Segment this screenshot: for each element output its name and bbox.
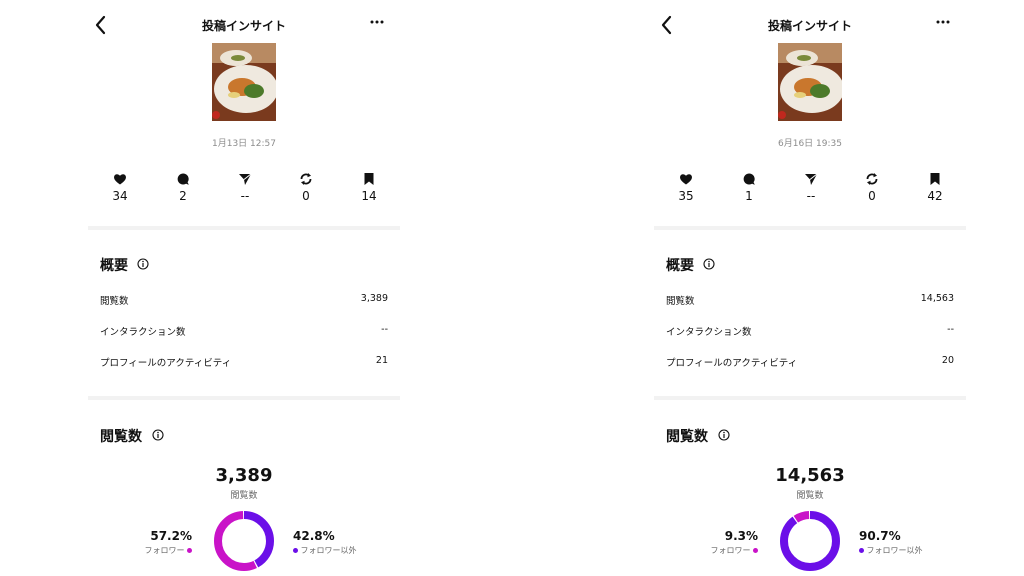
non-followers-dot bbox=[859, 548, 864, 553]
reposts-count: 0 bbox=[868, 189, 876, 203]
followers-percent: 9.3% bbox=[724, 529, 758, 543]
likes-count: 34 bbox=[112, 189, 128, 203]
non-followers-dot bbox=[293, 548, 298, 553]
non-followers-segment bbox=[780, 511, 840, 571]
send-icon bbox=[239, 173, 252, 185]
post-thumbnail[interactable] bbox=[212, 43, 276, 121]
overview-row-label: インタラクション数 bbox=[666, 327, 752, 338]
info-icon[interactable] bbox=[152, 429, 164, 441]
reposts-metric: 0 bbox=[852, 172, 892, 203]
non-followers-legend-label: フォロワー以外 bbox=[866, 546, 923, 555]
info-icon[interactable] bbox=[137, 258, 149, 270]
comments-metric: 1 bbox=[729, 172, 769, 203]
likes-metric: 34 bbox=[100, 172, 140, 203]
post-date: 6月16日 19:35 bbox=[778, 139, 842, 149]
repost-icon bbox=[300, 173, 312, 185]
followers-dot bbox=[187, 548, 192, 553]
engagement-metrics: 35 1 -- 0 42 bbox=[654, 172, 966, 208]
section-divider bbox=[654, 396, 966, 400]
non-followers-percent: 42.8% bbox=[293, 529, 335, 543]
views-total-label: 閲覧数 bbox=[230, 491, 258, 501]
comments-count: 2 bbox=[179, 189, 187, 203]
followers-legend-label: フォロワー bbox=[144, 546, 185, 555]
views-section-title: 閲覧数 bbox=[666, 429, 708, 445]
shares-count: -- bbox=[240, 189, 250, 203]
heart-icon bbox=[680, 174, 692, 185]
post-thumbnail[interactable] bbox=[778, 43, 842, 121]
reposts-count: 0 bbox=[302, 189, 310, 203]
overview-row-label: プロフィールのアクティビティ bbox=[100, 358, 232, 369]
views-total-label: 閲覧数 bbox=[796, 491, 824, 501]
top-bar: 投稿インサイト bbox=[88, 0, 400, 44]
overview-row-value: -- bbox=[947, 324, 954, 335]
info-icon[interactable] bbox=[718, 429, 730, 441]
post-date: 1月13日 12:57 bbox=[212, 139, 276, 149]
saves-count: 14 bbox=[361, 189, 377, 203]
send-icon bbox=[805, 173, 818, 185]
overview-row-label: 閲覧数 bbox=[100, 296, 129, 307]
non-followers-legend: フォロワー以外 bbox=[293, 545, 357, 556]
comment-bubble-icon bbox=[177, 173, 189, 185]
followers-donut-chart bbox=[780, 511, 840, 571]
likes-metric: 35 bbox=[666, 172, 706, 203]
section-divider bbox=[88, 226, 400, 230]
views-section-title: 閲覧数 bbox=[100, 429, 142, 445]
overview-row-value: 21 bbox=[375, 355, 388, 366]
overview-title: 概要 bbox=[100, 258, 128, 274]
views-total: 14,563 bbox=[775, 465, 845, 486]
followers-donut-chart bbox=[214, 511, 274, 571]
views-total: 3,389 bbox=[215, 465, 273, 486]
overview-row-value: 20 bbox=[941, 355, 954, 366]
section-divider bbox=[88, 396, 400, 400]
followers-percent: 57.2% bbox=[150, 529, 192, 543]
saves-count: 42 bbox=[927, 189, 943, 203]
saves-metric: 14 bbox=[349, 172, 389, 203]
top-bar: 投稿インサイト bbox=[654, 0, 966, 44]
more-options-icon[interactable] bbox=[370, 15, 384, 29]
followers-legend: フォロワー bbox=[710, 545, 758, 556]
insights-panel-left: 投稿インサイト 1月13日 12:57 34 2 -- 0 14 概要 閲覧数 … bbox=[88, 0, 400, 576]
overview-row-value: 14,563 bbox=[920, 293, 954, 304]
followers-dot bbox=[753, 548, 758, 553]
followers-legend: フォロワー bbox=[144, 545, 192, 556]
page-title: 投稿インサイト bbox=[767, 19, 852, 33]
repost-icon bbox=[866, 173, 878, 185]
page-title: 投稿インサイト bbox=[201, 19, 286, 33]
likes-count: 35 bbox=[678, 189, 694, 203]
overview-title: 概要 bbox=[666, 258, 694, 274]
overview-row-value: 3,389 bbox=[360, 293, 388, 304]
reposts-metric: 0 bbox=[286, 172, 326, 203]
info-icon[interactable] bbox=[703, 258, 715, 270]
section-divider bbox=[654, 226, 966, 230]
saves-metric: 42 bbox=[915, 172, 955, 203]
engagement-metrics: 34 2 -- 0 14 bbox=[88, 172, 400, 208]
overview-row-label: 閲覧数 bbox=[666, 296, 695, 307]
heart-icon bbox=[114, 174, 126, 185]
shares-metric: -- bbox=[225, 172, 265, 203]
overview-row-label: インタラクション数 bbox=[100, 327, 186, 338]
comments-metric: 2 bbox=[163, 172, 203, 203]
overview-row-label: プロフィールのアクティビティ bbox=[666, 358, 798, 369]
comment-bubble-icon bbox=[743, 173, 755, 185]
followers-legend-label: フォロワー bbox=[710, 546, 751, 555]
overview-row-value: -- bbox=[381, 324, 388, 335]
comments-count: 1 bbox=[745, 189, 753, 203]
shares-metric: -- bbox=[791, 172, 831, 203]
more-options-icon[interactable] bbox=[936, 15, 950, 29]
insights-panel-right: 投稿インサイト 6月16日 19:35 35 1 -- 0 42 概要 閲覧数 … bbox=[654, 0, 966, 576]
non-followers-legend-label: フォロワー以外 bbox=[300, 546, 357, 555]
non-followers-percent: 90.7% bbox=[859, 529, 901, 543]
shares-count: -- bbox=[806, 189, 816, 203]
bookmark-icon bbox=[930, 173, 940, 185]
bookmark-icon bbox=[364, 173, 374, 185]
non-followers-legend: フォロワー以外 bbox=[859, 545, 923, 556]
